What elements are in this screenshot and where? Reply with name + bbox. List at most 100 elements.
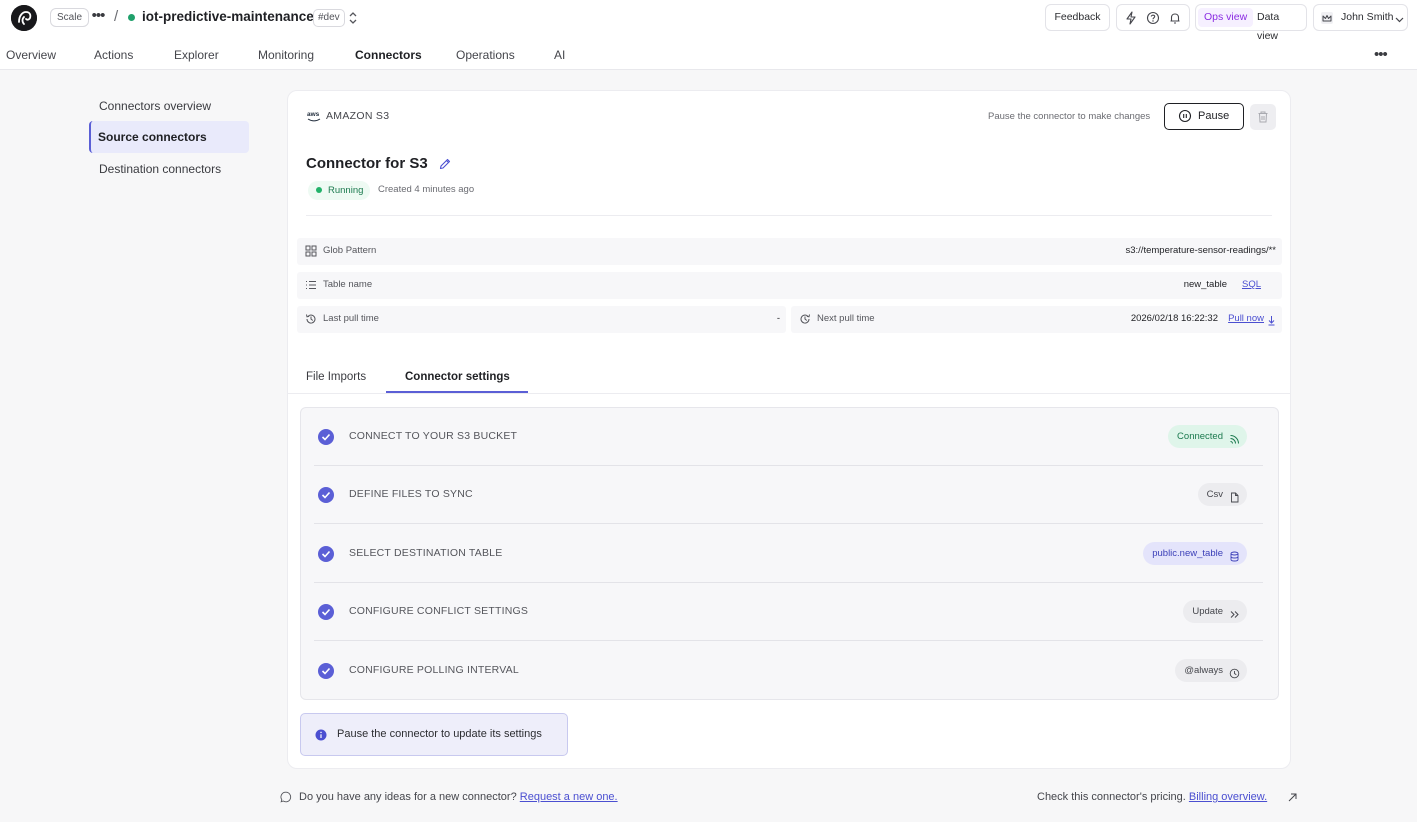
step-conflict-settings[interactable]: CONFIGURE CONFLICT SETTINGS Update <box>301 583 1278 641</box>
grid-icon <box>305 245 317 257</box>
ideas-question: Do you have any ideas for a new connecto… <box>299 791 517 803</box>
step-chip-csv[interactable]: Csv <box>1197 483 1247 506</box>
footer-ideas-text: Do you have any ideas for a new connecto… <box>299 791 618 803</box>
list-icon <box>305 279 317 291</box>
step-chip-update[interactable]: Update <box>1183 600 1247 623</box>
lightning-icon[interactable] <box>1124 11 1138 25</box>
sidebar-item-destination-connectors[interactable]: Destination connectors <box>89 153 249 185</box>
nav-actions[interactable]: Actions <box>94 48 133 62</box>
next-pull-label: Next pull time <box>817 313 875 324</box>
environment-badge: #dev <box>313 9 345 27</box>
glob-pattern-label: Glob Pattern <box>323 245 377 256</box>
glob-pattern-value: s3://temperature-sensor-readings/** <box>1125 245 1277 256</box>
table-name-value: new_table <box>1183 279 1227 290</box>
step-polling-interval[interactable]: CONFIGURE POLLING INTERVAL @always <box>301 642 1278 700</box>
clock-forward-icon <box>799 313 811 325</box>
footer-pricing-text: Check this connector's pricing. Billing … <box>1037 791 1267 803</box>
connector-title: Connector for S3 <box>306 155 428 172</box>
check-circle-icon <box>318 604 334 620</box>
chat-bubble-icon <box>280 791 292 803</box>
svg-text:aws: aws <box>307 111 320 118</box>
signal-icon <box>1229 431 1240 444</box>
step-chip-table[interactable]: public.new_table <box>1143 542 1247 565</box>
last-pull-row: Last pull time - <box>297 306 786 333</box>
project-name[interactable]: iot-predictive-maintenance <box>142 9 314 24</box>
pause-icon <box>1178 109 1192 123</box>
table-name-label: Table name <box>323 279 373 290</box>
crown-icon <box>1320 11 1334 25</box>
step-label: DEFINE FILES TO SYNC <box>349 488 473 500</box>
sidebar-item-source-connectors[interactable]: Source connectors <box>89 121 249 153</box>
quick-icons-group <box>1116 4 1190 31</box>
nav-more-icon[interactable]: ••• <box>1374 46 1388 63</box>
step-label: CONFIGURE CONFLICT SETTINGS <box>349 605 529 617</box>
tab-divider <box>288 393 1290 394</box>
step-connect-bucket[interactable]: CONNECT TO YOUR S3 BUCKET Connected <box>301 408 1278 466</box>
nav-explorer[interactable]: Explorer <box>174 48 219 62</box>
info-icon <box>315 729 327 741</box>
nav-monitoring[interactable]: Monitoring <box>258 48 314 62</box>
pricing-text: Check this connector's pricing. <box>1037 791 1186 803</box>
created-time: Created 4 minutes ago <box>378 184 475 195</box>
feedback-button[interactable]: Feedback <box>1045 4 1110 31</box>
step-define-files[interactable]: DEFINE FILES TO SYNC Csv <box>301 466 1278 524</box>
source-name: AMAZON S3 <box>326 110 390 122</box>
step-separator <box>314 640 1263 641</box>
chevron-down-icon <box>1394 13 1405 24</box>
divider <box>306 215 1272 216</box>
plan-badge: Scale <box>50 8 90 27</box>
view-toggle: Ops view Data view <box>1195 4 1307 42</box>
ops-view-option[interactable]: Ops view <box>1198 8 1254 27</box>
notice-text: Pause the connector to update its settin… <box>337 728 542 740</box>
nav-connectors[interactable]: Connectors <box>355 48 422 62</box>
tab-connector-settings[interactable]: Connector settings <box>405 371 510 383</box>
tab-file-imports[interactable]: File Imports <box>306 371 366 383</box>
pause-button-label: Pause <box>1198 110 1230 122</box>
check-circle-icon <box>318 663 334 679</box>
pause-button[interactable]: Pause <box>1164 103 1244 130</box>
billing-overview-link[interactable]: Billing overview. <box>1189 791 1267 803</box>
chip-label: Update <box>1192 606 1223 617</box>
bell-icon[interactable] <box>1168 11 1182 25</box>
chevron-up-down-icon[interactable] <box>346 8 360 28</box>
pull-now-link[interactable]: Pull now <box>1228 313 1264 324</box>
top-bar: Scale ••• / iot-predictive-maintenance #… <box>0 0 1417 70</box>
connector-card: aws AMAZON S3 Pause the connector to mak… <box>287 90 1291 769</box>
step-chip-connected[interactable]: Connected <box>1168 425 1247 448</box>
app-logo[interactable] <box>11 5 37 31</box>
user-menu-button[interactable]: John Smith <box>1313 4 1408 31</box>
arrow-down-icon[interactable] <box>1267 314 1276 326</box>
pencil-icon[interactable] <box>438 157 452 171</box>
step-chip-always[interactable]: @always <box>1175 659 1247 682</box>
table-name-row: Table name new_table SQL <box>297 272 1282 299</box>
trash-icon <box>1258 111 1268 123</box>
database-icon <box>1229 548 1240 562</box>
request-connector-link[interactable]: Request a new one. <box>520 791 618 803</box>
chip-label: public.new_table <box>1152 548 1223 559</box>
nav-overview[interactable]: Overview <box>6 48 56 62</box>
user-name: John Smith <box>1341 11 1394 23</box>
external-link-icon[interactable] <box>1287 791 1298 802</box>
next-pull-row: Next pull time 2026/02/18 16:22:32 Pull … <box>791 306 1282 333</box>
sql-link[interactable]: SQL <box>1242 279 1261 290</box>
step-label: CONNECT TO YOUR S3 BUCKET <box>349 430 518 442</box>
chip-label: @always <box>1184 665 1223 676</box>
step-label: CONFIGURE POLLING INTERVAL <box>349 664 519 676</box>
aws-icon: aws <box>306 109 322 123</box>
data-view-option[interactable]: Data view <box>1251 8 1306 42</box>
chip-label: Csv <box>1206 489 1223 500</box>
step-label: SELECT DESTINATION TABLE <box>349 547 503 559</box>
nav-operations[interactable]: Operations <box>456 48 515 62</box>
pause-hint: Pause the connector to make changes <box>988 111 1151 122</box>
nav-ai[interactable]: AI <box>554 48 565 62</box>
more-icon[interactable]: ••• <box>90 7 106 27</box>
info-notice: Pause the connector to update its settin… <box>300 713 568 756</box>
last-pull-label: Last pull time <box>323 313 379 324</box>
last-pull-value: - <box>776 313 780 324</box>
sidebar-item-connectors-overview[interactable]: Connectors overview <box>89 90 249 122</box>
breadcrumb-separator: / <box>114 8 119 25</box>
chevrons-right-icon <box>1229 606 1240 618</box>
delete-button[interactable] <box>1250 104 1276 130</box>
step-select-table[interactable]: SELECT DESTINATION TABLE public.new_tabl… <box>301 525 1278 583</box>
help-icon[interactable] <box>1146 11 1160 25</box>
